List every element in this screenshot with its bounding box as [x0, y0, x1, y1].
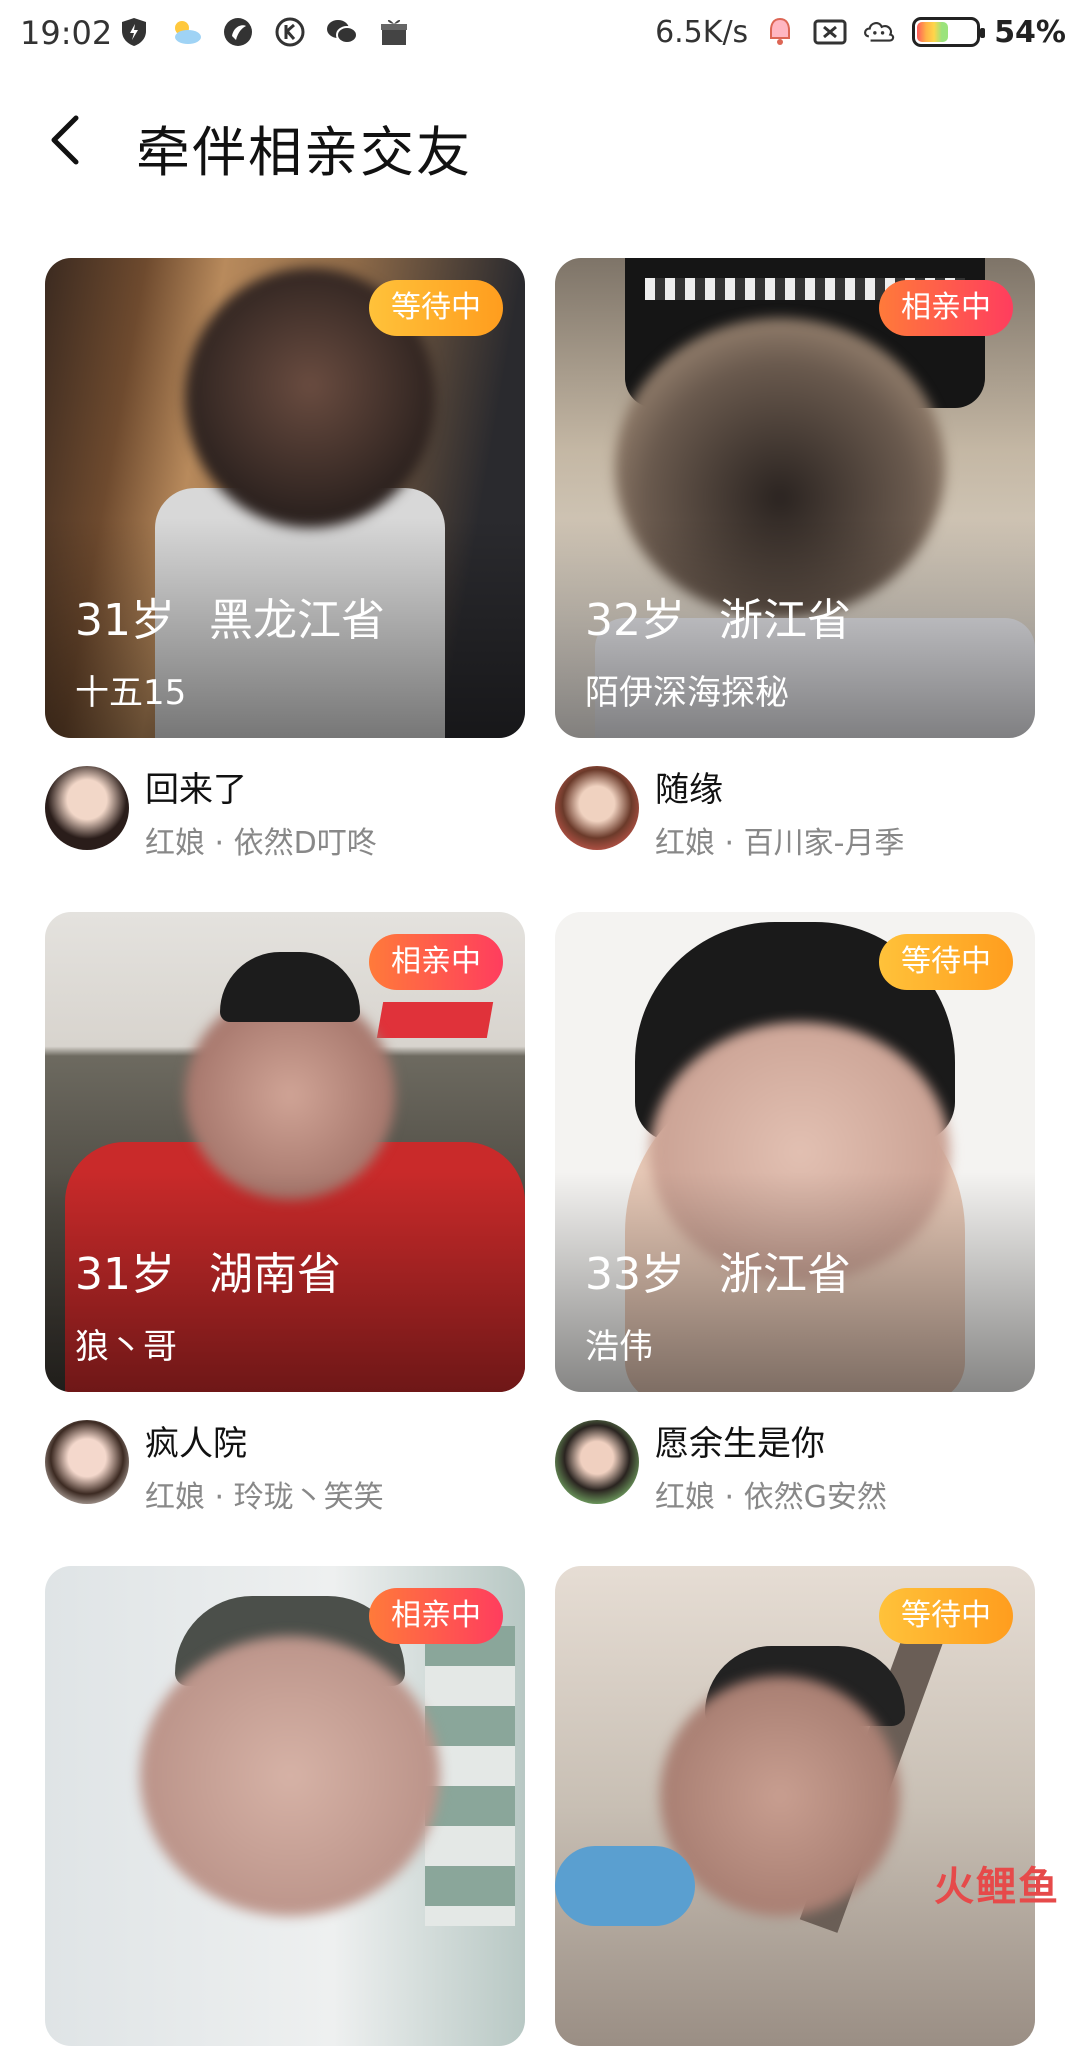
- profile-age: 33岁: [585, 1249, 685, 1300]
- matchmaker-label: 红娘 · 百川家-月季: [655, 826, 905, 861]
- profile-card[interactable]: 等待中 33岁 浙江省 浩伟 愿余生是你 红娘 · 依然G安然: [555, 912, 1035, 1540]
- cloud-icon: [862, 14, 898, 50]
- profile-age: 31岁: [75, 1249, 175, 1300]
- profile-card[interactable]: 相亲中 31岁 湖南省 狼丶哥 疯人院 红娘 · 玲珑丶笑笑: [45, 912, 525, 1540]
- profile-photo[interactable]: 相亲中: [45, 1566, 525, 2046]
- post-author: 回来了: [145, 770, 247, 810]
- net-speed: 6.5K/s: [655, 14, 749, 50]
- status-time: 19:02: [20, 14, 113, 52]
- gift-icon: [376, 14, 412, 50]
- profile-province: 浙江省: [719, 1249, 851, 1300]
- post-author: 愿余生是你: [655, 1424, 825, 1464]
- profile-summary: 31岁 黑龙江省: [75, 584, 385, 648]
- matchmaker-label: 红娘 · 依然G安然: [655, 1480, 887, 1515]
- avatar[interactable]: [555, 1420, 639, 1504]
- wechat-icon: [324, 14, 360, 50]
- profile-card[interactable]: 等待中 31岁 黑龙江省 十五15 回来了 红娘 · 依然D叮咚: [45, 258, 525, 886]
- profile-summary: 31岁 湖南省: [75, 1238, 341, 1302]
- profile-card[interactable]: 相亲中 32岁 浙江省 陌伊深海探秘 随缘 红娘 · 百川家-月季: [555, 258, 1035, 886]
- status-badge: 等待中: [879, 934, 1013, 990]
- chevron-left-icon: [51, 115, 79, 165]
- profile-province: 湖南省: [209, 1249, 341, 1300]
- card-meta: 回来了 红娘 · 依然D叮咚: [45, 766, 525, 886]
- profile-province: 黑龙江省: [209, 595, 385, 646]
- status-badge: 相亲中: [369, 1588, 503, 1644]
- card-meta: 疯人院 红娘 · 玲珑丶笑笑: [45, 1420, 525, 1540]
- status-icons-left: [116, 14, 412, 50]
- profile-card[interactable]: 相亲中: [45, 1566, 525, 2046]
- signal-x-icon: [812, 14, 848, 50]
- status-icons-right: 6.5K/s 54%: [655, 14, 1066, 50]
- shield-icon: [116, 14, 152, 50]
- profile-nickname: 十五15: [75, 673, 187, 713]
- status-badge: 等待中: [369, 280, 503, 336]
- avatar[interactable]: [45, 766, 129, 850]
- post-author: 随缘: [655, 770, 723, 810]
- battery-text: 54%: [994, 14, 1066, 50]
- avatar[interactable]: [45, 1420, 129, 1504]
- profile-summary: 33岁 浙江省: [585, 1238, 851, 1302]
- profile-age: 31岁: [75, 595, 175, 646]
- app-icon: [220, 14, 256, 50]
- battery-level: [917, 22, 949, 42]
- k-icon: [272, 14, 308, 50]
- profile-nickname: 浩伟: [585, 1327, 653, 1367]
- profile-age: 32岁: [585, 595, 685, 646]
- profile-photo[interactable]: 等待中: [555, 1566, 1035, 2046]
- card-meta: 愿余生是你 红娘 · 依然G安然: [555, 1420, 1035, 1540]
- profile-photo[interactable]: 等待中 33岁 浙江省 浩伟: [555, 912, 1035, 1392]
- page-header: 牵伴相亲交友: [0, 90, 1080, 190]
- post-author: 疯人院: [145, 1424, 247, 1464]
- watermark-logo: 火鲤鱼: [934, 1864, 1060, 1910]
- profile-nickname: 狼丶哥: [75, 1327, 177, 1367]
- matchmaker-label: 红娘 · 依然D叮咚: [145, 826, 377, 861]
- profile-photo[interactable]: 等待中 31岁 黑龙江省 十五15: [45, 258, 525, 738]
- profile-province: 浙江省: [719, 595, 851, 646]
- battery-icon: [912, 17, 986, 47]
- weather-icon: [168, 14, 204, 50]
- profile-summary: 32岁 浙江省: [585, 584, 851, 648]
- page-title: 牵伴相亲交友: [136, 121, 472, 184]
- matchmaker-label: 红娘 · 玲珑丶笑笑: [145, 1480, 384, 1515]
- status-badge: 等待中: [879, 1588, 1013, 1644]
- avatar[interactable]: [555, 766, 639, 850]
- profile-photo[interactable]: 相亲中 32岁 浙江省 陌伊深海探秘: [555, 258, 1035, 738]
- profile-card[interactable]: 等待中: [555, 1566, 1035, 2046]
- status-bar: 19:02 6.5K/s 54%: [0, 0, 1080, 72]
- status-badge: 相亲中: [369, 934, 503, 990]
- profile-nickname: 陌伊深海探秘: [585, 673, 789, 713]
- card-meta: 随缘 红娘 · 百川家-月季: [555, 766, 1035, 886]
- back-button[interactable]: [36, 110, 96, 170]
- status-badge: 相亲中: [879, 280, 1013, 336]
- profile-photo[interactable]: 相亲中 31岁 湖南省 狼丶哥: [45, 912, 525, 1392]
- bell-icon: [762, 14, 798, 50]
